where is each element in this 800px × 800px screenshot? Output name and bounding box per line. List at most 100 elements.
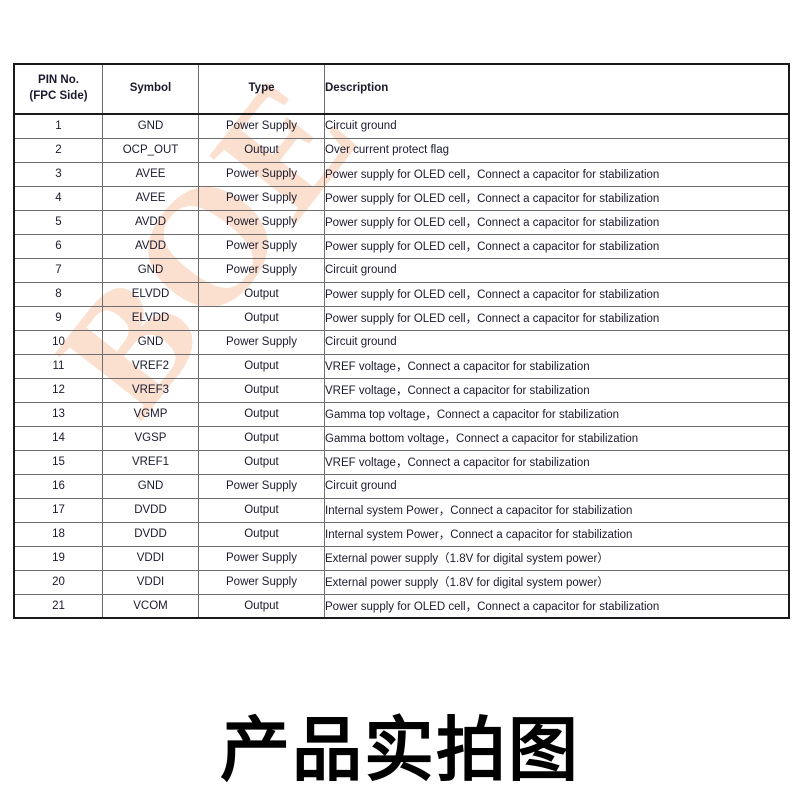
table-row: 7 GND Power Supply Circuit ground bbox=[13, 257, 790, 283]
cell-description: Power supply for OLED cell，Connect a cap… bbox=[324, 281, 790, 307]
cell-description: Power supply for OLED cell，Connect a cap… bbox=[324, 161, 790, 187]
cell-description: Internal system Power，Connect a capacito… bbox=[324, 521, 790, 547]
cell-description: Circuit ground bbox=[324, 113, 790, 139]
cell-pin-no: 11 bbox=[13, 353, 103, 379]
table-row: 19 VDDI Power Supply External power supply（… bbox=[13, 545, 790, 571]
cell-type: Output bbox=[198, 521, 325, 547]
cell-type: Output bbox=[198, 449, 325, 475]
table-row: 15 VREF1 Output VREF voltage，Connect a capa… bbox=[13, 449, 790, 475]
cell-description: Power supply for OLED cell，Connect a cap… bbox=[324, 209, 790, 235]
cell-description: Power supply for OLED cell，Connect a cap… bbox=[324, 593, 790, 619]
cell-pin-no: 19 bbox=[13, 545, 103, 571]
cell-pin-no: 8 bbox=[13, 281, 103, 307]
cell-symbol: ELVDD bbox=[102, 281, 199, 307]
table-row: 3 AVEE Power Supply Power supply for OLED c… bbox=[13, 161, 790, 187]
cell-pin-no: 14 bbox=[13, 425, 103, 451]
cell-type: Output bbox=[198, 497, 325, 523]
cell-type: Power Supply bbox=[198, 233, 325, 259]
cell-type: Output bbox=[198, 401, 325, 427]
cell-pin-no: 12 bbox=[13, 377, 103, 403]
cell-type: Output bbox=[198, 137, 325, 163]
cell-pin-no: 4 bbox=[13, 185, 103, 211]
cell-symbol: VDDI bbox=[102, 545, 199, 571]
table-row: 9 ELVDD Output Power supply for OLED cell，C… bbox=[13, 305, 790, 331]
cell-type: Output bbox=[198, 281, 325, 307]
table-row: 10 GND Power Supply Circuit ground bbox=[13, 329, 790, 355]
cell-symbol: VGMP bbox=[102, 401, 199, 427]
pin-assignment-table: PIN No. (FPC Side) Symbol Type Descripti… bbox=[13, 63, 790, 619]
cell-description: External power supply（1.8V for digital s… bbox=[324, 569, 790, 595]
cell-symbol: OCP_OUT bbox=[102, 137, 199, 163]
cell-type: Output bbox=[198, 305, 325, 331]
cell-pin-no: 1 bbox=[13, 113, 103, 139]
cell-pin-no: 15 bbox=[13, 449, 103, 475]
cell-description: Over current protect flag bbox=[324, 137, 790, 163]
cell-pin-no: 18 bbox=[13, 521, 103, 547]
cell-description: VREF voltage，Connect a capacitor for sta… bbox=[324, 449, 790, 475]
cell-description: Circuit ground bbox=[324, 473, 790, 499]
table-row: 1 GND Power Supply Circuit ground bbox=[13, 113, 790, 139]
table-row: 8 ELVDD Output Power supply for OLED cell，C… bbox=[13, 281, 790, 307]
cell-type: Output bbox=[198, 593, 325, 619]
cell-description: Circuit ground bbox=[324, 329, 790, 355]
cell-type: Power Supply bbox=[198, 473, 325, 499]
table-row: 21 VCOM Output Power supply for OLED cell，C… bbox=[13, 593, 790, 619]
table-header-row: PIN No. (FPC Side) Symbol Type Descripti… bbox=[13, 63, 790, 115]
table-row: 5 AVDD Power Supply Power supply for OLED c… bbox=[13, 209, 790, 235]
cell-symbol: GND bbox=[102, 473, 199, 499]
cell-symbol: AVDD bbox=[102, 209, 199, 235]
cell-pin-no: 6 bbox=[13, 233, 103, 259]
cell-symbol: AVEE bbox=[102, 185, 199, 211]
cell-symbol: GND bbox=[102, 329, 199, 355]
cell-pin-no: 21 bbox=[13, 593, 103, 619]
cell-pin-no: 5 bbox=[13, 209, 103, 235]
table-row: 12 VREF3 Output VREF voltage，Connect a capa… bbox=[13, 377, 790, 403]
cell-type: Power Supply bbox=[198, 257, 325, 283]
cell-type: Output bbox=[198, 377, 325, 403]
table-body: 1 GND Power Supply Circuit ground 2 OCP_OUT Ou… bbox=[13, 113, 790, 619]
product-photo-caption: 产品实拍图 bbox=[220, 709, 580, 791]
column-header-type: Type bbox=[198, 63, 325, 115]
cell-symbol: VREF3 bbox=[102, 377, 199, 403]
cell-pin-no: 13 bbox=[13, 401, 103, 427]
cell-pin-no: 2 bbox=[13, 137, 103, 163]
column-header-pin-no: PIN No. (FPC Side) bbox=[13, 63, 103, 115]
table-row: 14 VGSP Output Gamma bottom voltage，Connect… bbox=[13, 425, 790, 451]
cell-type: Power Supply bbox=[198, 113, 325, 139]
cell-pin-no: 17 bbox=[13, 497, 103, 523]
cell-symbol: VGSP bbox=[102, 425, 199, 451]
cell-description: Gamma bottom voltage，Connect a capacitor… bbox=[324, 425, 790, 451]
pin-assignment-table-container: PIN No. (FPC Side) Symbol Type Descripti… bbox=[13, 63, 790, 619]
cell-symbol: DVDD bbox=[102, 521, 199, 547]
cell-description: External power supply（1.8V for digital s… bbox=[324, 545, 790, 571]
cell-pin-no: 9 bbox=[13, 305, 103, 331]
cell-description: Power supply for OLED cell，Connect a cap… bbox=[324, 233, 790, 259]
column-header-type-label: Type bbox=[248, 82, 275, 95]
cell-pin-no: 10 bbox=[13, 329, 103, 355]
cell-symbol: AVDD bbox=[102, 233, 199, 259]
cell-description: Gamma top voltage，Connect a capacitor fo… bbox=[324, 401, 790, 427]
table-row: 20 VDDI Power Supply External power supply（… bbox=[13, 569, 790, 595]
cell-symbol: GND bbox=[102, 257, 199, 283]
table-row: 16 GND Power Supply Circuit ground bbox=[13, 473, 790, 499]
column-header-pin-no-line1: PIN No. bbox=[38, 74, 79, 87]
table-row: 4 AVEE Power Supply Power supply for OLED c… bbox=[13, 185, 790, 211]
column-header-symbol-label: Symbol bbox=[129, 82, 172, 95]
cell-type: Power Supply bbox=[198, 329, 325, 355]
cell-type: Output bbox=[198, 353, 325, 379]
cell-type: Power Supply bbox=[198, 569, 325, 595]
cell-type: Power Supply bbox=[198, 161, 325, 187]
cell-symbol: VDDI bbox=[102, 569, 199, 595]
cell-description: Circuit ground bbox=[324, 257, 790, 283]
column-header-symbol: Symbol bbox=[102, 63, 199, 115]
cell-type: Power Supply bbox=[198, 209, 325, 235]
cell-pin-no: 20 bbox=[13, 569, 103, 595]
table-row: 17 DVDD Output Internal system Power，Connec… bbox=[13, 497, 790, 523]
cell-symbol: ELVDD bbox=[102, 305, 199, 331]
cell-description: Power supply for OLED cell，Connect a cap… bbox=[324, 185, 790, 211]
cell-description: VREF voltage，Connect a capacitor for sta… bbox=[324, 377, 790, 403]
cell-symbol: VREF1 bbox=[102, 449, 199, 475]
table-row: 2 OCP_OUT Output Over current protect flag bbox=[13, 137, 790, 163]
column-header-pin-no-line2: (FPC Side) bbox=[29, 90, 88, 102]
cell-type: Output bbox=[198, 425, 325, 451]
